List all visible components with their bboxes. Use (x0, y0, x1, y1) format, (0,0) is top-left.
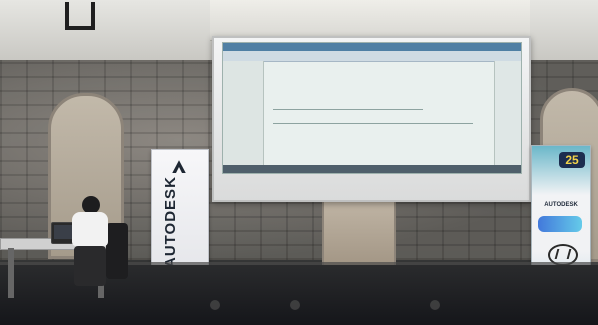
right-banner-graphic (538, 216, 582, 232)
projected-line (273, 123, 473, 124)
chair (106, 223, 128, 279)
ceiling-beam (210, 0, 530, 41)
projected-line (273, 109, 423, 110)
projected-right-panel (494, 61, 521, 171)
left-banner-text: AUTODESK (162, 176, 179, 268)
projected-software-window (222, 42, 522, 174)
table-leg (8, 248, 14, 298)
projected-left-panel (223, 61, 264, 171)
floor-light (210, 300, 220, 310)
autodesk-logo-icon (172, 160, 186, 173)
anniversary-badge: 25 (559, 152, 585, 168)
floor-light (430, 300, 440, 310)
right-banner-text: AUTODESK (544, 202, 578, 208)
floor-light (290, 300, 300, 310)
event-photo: AUTODESK 25 AUTODESK (0, 0, 598, 325)
projected-titlebar (223, 43, 521, 51)
autodesk-standee-left: AUTODESK (151, 149, 209, 275)
projection-screen (212, 36, 531, 202)
wall-frame (55, 0, 100, 32)
projected-taskbar (223, 165, 521, 173)
presenter-legs (74, 246, 106, 286)
projected-ribbon (223, 51, 521, 62)
presenter-shirt (72, 212, 108, 246)
